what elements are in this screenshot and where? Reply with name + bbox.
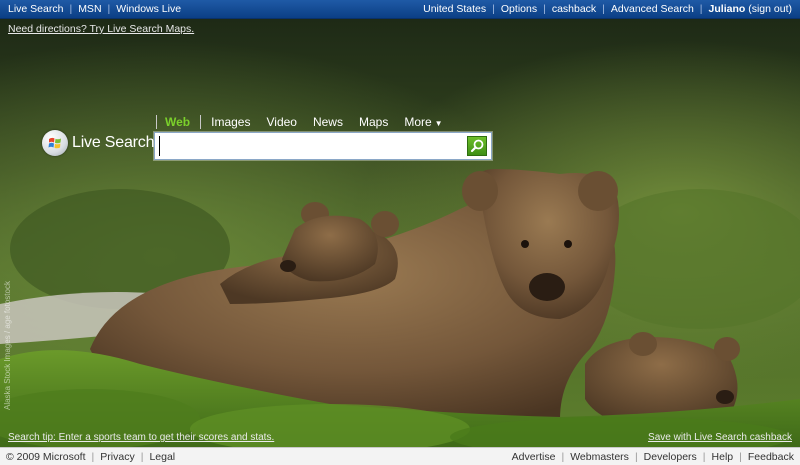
footer-right: Advertise | Webmasters | Developers | Help | Fee… — [512, 451, 794, 463]
windows-flag-icon — [42, 130, 68, 156]
webmasters-link[interactable]: Webmasters — [570, 451, 629, 463]
help-link[interactable]: Help — [712, 451, 734, 463]
divider: | — [543, 3, 546, 15]
legal-link[interactable]: Legal — [149, 451, 175, 463]
divider: | — [91, 450, 95, 463]
tab-video[interactable]: Video — [266, 115, 296, 129]
advanced-search-link[interactable]: Advanced Search — [611, 3, 694, 15]
divider: | — [739, 450, 742, 463]
options-link[interactable]: Options — [501, 3, 537, 15]
top-nav-left: Live Search | MSN | Windows Live — [8, 3, 181, 15]
divider: | — [634, 450, 638, 463]
developers-link[interactable]: Developers — [644, 451, 697, 463]
tab-news[interactable]: News — [313, 115, 343, 129]
divider: | — [561, 450, 565, 463]
top-nav-bar: Live Search | MSN | Windows Live United Stat… — [0, 0, 800, 19]
divider: | — [107, 3, 111, 15]
search-box — [154, 132, 492, 160]
tab-more-label: More — [404, 115, 432, 129]
logo-text: Live Search — [72, 134, 155, 151]
photo-credit: Alaska Stock Images / age fotostock — [3, 281, 12, 410]
search-tabs: Web Images Video News Maps More ▼ — [156, 115, 459, 129]
cashback-top-link[interactable]: cashback — [552, 3, 596, 15]
footer-left: © 2009 Microsoft | Privacy | Legal — [6, 451, 175, 463]
advertise-link[interactable]: Advertise — [512, 451, 556, 463]
footer: © 2009 Microsoft | Privacy | Legal Advertise… — [0, 447, 800, 465]
divider: | — [492, 3, 495, 15]
chevron-down-icon: ▼ — [434, 119, 443, 128]
background-photo — [0, 19, 800, 447]
divider: | — [702, 450, 706, 463]
sign-out-link[interactable]: (sign out) — [748, 3, 792, 15]
search-input[interactable] — [159, 136, 468, 156]
tab-images[interactable]: Images — [211, 115, 250, 129]
msn-link[interactable]: MSN — [78, 3, 101, 15]
windows-live-link[interactable]: Windows Live — [116, 3, 181, 15]
live-search-logo[interactable]: Live SearchTM — [42, 130, 168, 156]
divider: | — [699, 3, 703, 15]
divider: | — [69, 3, 73, 15]
search-button[interactable] — [467, 136, 487, 156]
country-link[interactable]: United States — [423, 3, 486, 15]
divider: | — [602, 3, 605, 15]
search-tip-link[interactable]: Search tip: Enter a sports team to get t… — [8, 432, 274, 443]
feedback-link[interactable]: Feedback — [748, 451, 794, 463]
copyright: © 2009 Microsoft — [6, 450, 86, 463]
privacy-link[interactable]: Privacy — [100, 451, 134, 463]
divider: | — [140, 450, 144, 463]
directions-link[interactable]: Need directions? Try Live Search Maps. — [8, 23, 194, 35]
tab-maps[interactable]: Maps — [359, 115, 388, 129]
live-search-link[interactable]: Live Search — [8, 3, 63, 15]
tab-web[interactable]: Web — [156, 115, 202, 129]
tab-more[interactable]: More ▼ — [404, 115, 442, 129]
cashback-link[interactable]: Save with Live Search cashback — [648, 432, 792, 443]
bears-scene-illustration — [0, 19, 800, 447]
search-icon — [470, 139, 484, 153]
top-nav-right: United States | Options | cashback | Advanced … — [423, 3, 792, 15]
user-name: Juliano — [708, 3, 746, 15]
